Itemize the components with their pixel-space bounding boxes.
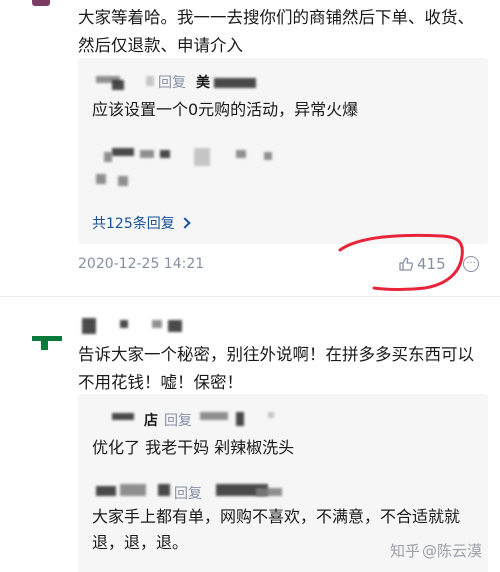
pixelated-username (214, 78, 256, 88)
pixelated-username (152, 320, 162, 328)
pixelated-username (146, 76, 154, 86)
comment-text: 告诉大家一个秘密，别往外说啊！在拼多多买东西可以不用花钱！嘘！保密！ (78, 345, 474, 392)
pixelated-username (200, 412, 228, 420)
pixelated-username (120, 484, 146, 496)
view-all-replies-link[interactable]: 共125条回复 (92, 213, 191, 233)
pixelated-username (82, 318, 96, 334)
reply-to-username[interactable]: 美 (196, 72, 210, 92)
commenter-avatar[interactable] (32, 336, 62, 350)
pixelated-username (236, 412, 244, 426)
pixelated-text (140, 150, 154, 158)
pixelated-username (96, 486, 116, 496)
pixelated-text (112, 148, 134, 156)
pixelated-text (194, 148, 210, 166)
pixelated-text (264, 152, 272, 160)
reply-text: 优化了 我老干妈 剁辣椒洗头 (92, 438, 295, 457)
chevron-right-icon (179, 217, 191, 229)
pixelated-username (158, 484, 170, 496)
pixelated-text (104, 152, 112, 162)
pixelated-username (112, 80, 124, 90)
watermark-site: 知乎 (390, 542, 421, 560)
reply-text: 应该设置一个0元购的活动，异常火爆 (92, 100, 359, 119)
reply-label: 回复 (158, 75, 186, 91)
commenter-avatar[interactable] (32, 0, 50, 6)
pixelated-username (256, 488, 282, 496)
pixelated-text (96, 174, 106, 184)
comment-divider (0, 296, 500, 297)
reply-username-fragment[interactable]: 店 (144, 410, 158, 430)
pixelated-username (112, 413, 134, 420)
reply-label: 回复 (174, 486, 202, 502)
red-annotation-scribble (338, 233, 464, 291)
reply-label: 回复 (164, 413, 192, 429)
zhihu-watermark: 知乎 @陈云漠 (390, 540, 482, 561)
watermark-author: @陈云漠 (422, 542, 483, 560)
comment-text: 大家等着哈。我一一去搜你们的商铺然后下单、收货、然后仅退款、申请介入 (78, 8, 474, 55)
pixelated-username (168, 320, 182, 332)
comment-timestamp: 2020-12-25 14:21 (78, 256, 205, 272)
pixelated-text (236, 150, 246, 158)
pixelated-text (118, 176, 128, 186)
pixelated-text (160, 150, 170, 158)
pixelated-username (268, 412, 274, 418)
pixelated-username (120, 320, 128, 328)
